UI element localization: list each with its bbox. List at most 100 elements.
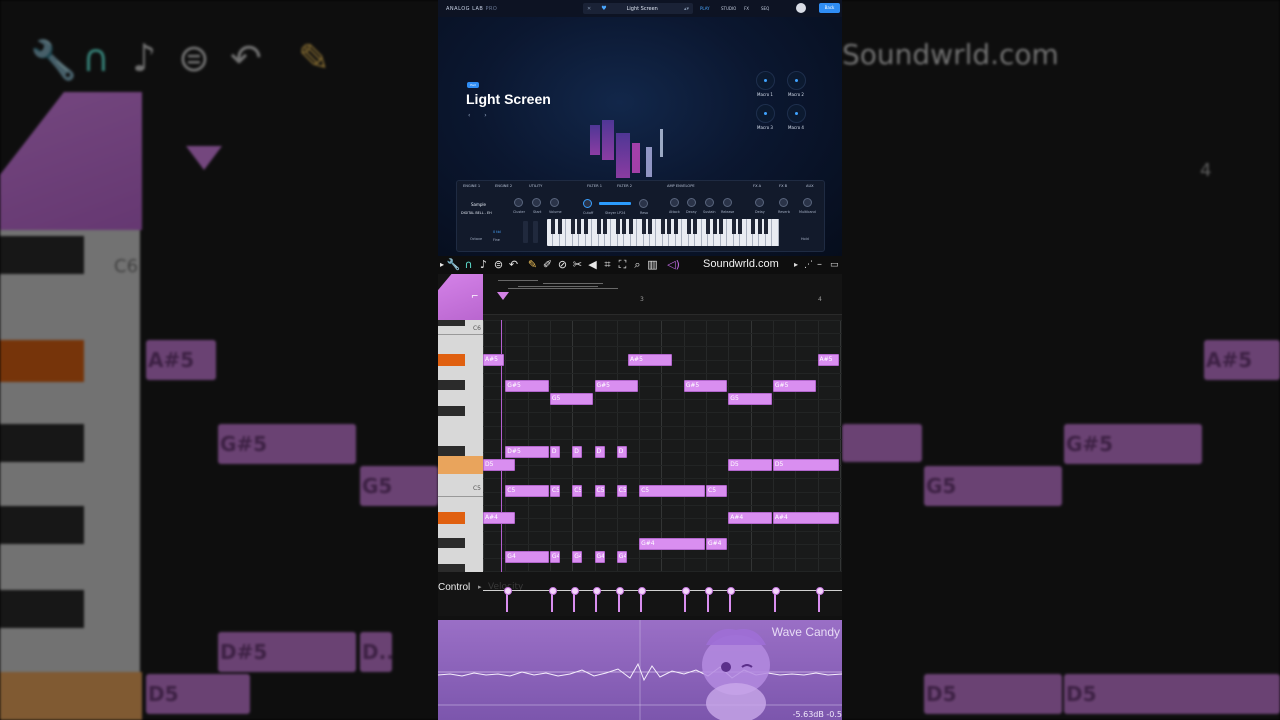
note[interactable]: G#5: [594, 380, 639, 392]
black-key[interactable]: [719, 219, 723, 234]
heart-icon[interactable]: ♥: [601, 5, 606, 12]
note[interactable]: A#5: [817, 354, 839, 366]
knob-sustain[interactable]: [705, 198, 714, 207]
black-key[interactable]: [673, 219, 678, 234]
playback-icon[interactable]: ▥: [645, 256, 660, 274]
note[interactable]: D5: [772, 459, 839, 471]
engine-type[interactable]: Sample: [471, 202, 486, 207]
black-key[interactable]: [603, 219, 607, 234]
avatar[interactable]: [796, 3, 806, 13]
tab-utility[interactable]: UTILITY: [529, 184, 542, 188]
mute-icon[interactable]: ✂: [570, 256, 585, 274]
black-key[interactable]: [570, 219, 575, 234]
note[interactable]: D: [594, 446, 605, 458]
piano-roll-grid[interactable]: C6 C5 A#5 A#5 A#5 G#5 G#5 G#5 G#5 G5 G5 D#5 D D D D D5…: [438, 320, 842, 572]
close-icon[interactable]: ✕: [587, 6, 591, 12]
sound-icon[interactable]: ◁): [666, 256, 681, 274]
black-key[interactable]: [641, 219, 646, 234]
preset-nav[interactable]: ‹ ›: [468, 112, 493, 119]
undo-icon[interactable]: ↶: [506, 256, 521, 274]
black-key[interactable]: [438, 320, 465, 326]
tab-seq[interactable]: SEQ: [758, 4, 772, 13]
black-key[interactable]: [667, 219, 672, 234]
knob-reverb[interactable]: [779, 198, 788, 207]
pitch-wheel[interactable]: [523, 221, 528, 243]
knob-cutoff[interactable]: [583, 199, 592, 208]
note[interactable]: C5: [594, 485, 605, 497]
knob-cluster[interactable]: [514, 198, 523, 207]
piano-keys[interactable]: C6 C5: [438, 320, 483, 572]
note[interactable]: C5: [572, 485, 583, 497]
note[interactable]: D: [616, 446, 627, 458]
black-key[interactable]: [712, 219, 717, 234]
macro-4[interactable]: Macro 4: [785, 104, 807, 130]
note[interactable]: G4: [572, 551, 583, 563]
velocity-handle[interactable]: [615, 587, 624, 612]
knob-multiband[interactable]: [803, 198, 812, 207]
zoom-icon[interactable]: ⌕: [630, 256, 645, 274]
minimize-icon[interactable]: –: [817, 256, 822, 274]
slice-icon[interactable]: ⌗: [600, 256, 615, 274]
note[interactable]: C5: [706, 485, 728, 497]
black-key[interactable]: [738, 219, 743, 234]
note[interactable]: C5: [639, 485, 705, 497]
note[interactable]: D#5: [505, 446, 549, 458]
velocity-handle[interactable]: [771, 587, 780, 612]
velocity-handle[interactable]: [637, 587, 646, 612]
erase-icon[interactable]: ⊘: [555, 256, 570, 274]
note[interactable]: G4: [616, 551, 627, 563]
tab-fx[interactable]: FX: [741, 4, 752, 13]
tab-engine-2[interactable]: ENGINE 2: [495, 184, 512, 188]
play-arrow-icon[interactable]: ▸: [438, 256, 446, 274]
note[interactable]: D5: [483, 459, 516, 471]
velocity-handle[interactable]: [504, 587, 512, 612]
filter-type[interactable]: Steyer LP24: [605, 211, 625, 215]
black-key[interactable]: [706, 219, 711, 234]
tab-fx-b[interactable]: FX B: [779, 184, 787, 188]
engine-preset[interactable]: DIGITAL BELL - EH: [461, 211, 492, 215]
playback-marker[interactable]: [497, 292, 509, 300]
pencil-icon[interactable]: ✎: [525, 256, 540, 274]
macro-knob[interactable]: [786, 104, 806, 123]
tab-play[interactable]: PLAY: [697, 4, 713, 13]
black-key[interactable]: [438, 380, 465, 390]
black-key[interactable]: [615, 219, 620, 234]
black-key[interactable]: [438, 538, 465, 548]
note[interactable]: A#5: [627, 354, 672, 366]
chevron-updown-icon[interactable]: ▴▾: [684, 6, 689, 12]
control-label[interactable]: Control: [438, 582, 470, 593]
black-key[interactable]: [751, 219, 756, 234]
tab-studio[interactable]: STUDIO: [718, 4, 739, 13]
tab-engine-1[interactable]: ENGINE 1: [463, 184, 480, 188]
black-key[interactable]: [438, 564, 465, 572]
note[interactable]: C5: [549, 485, 561, 497]
tab-aux[interactable]: AUX: [806, 184, 814, 188]
velocity-handle[interactable]: [727, 587, 735, 612]
select-icon[interactable]: ⛶: [615, 256, 630, 274]
note[interactable]: G5: [549, 393, 594, 405]
velocity-handle[interactable]: [570, 587, 579, 612]
velocity-handle[interactable]: [704, 587, 713, 612]
macro-3[interactable]: Macro 3: [754, 104, 776, 130]
black-key[interactable]: [577, 219, 582, 234]
black-key[interactable]: [686, 219, 691, 234]
macro-2[interactable]: Macro 2: [785, 71, 807, 97]
chevron-right-icon[interactable]: ▸: [794, 256, 798, 274]
active-key-a#4[interactable]: [438, 512, 465, 524]
knob-attack[interactable]: [670, 198, 679, 207]
note[interactable]: A#4: [483, 512, 516, 524]
knob-delay[interactable]: [755, 198, 764, 207]
velocity-handle[interactable]: [682, 587, 691, 612]
white-key[interactable]: [772, 219, 779, 246]
magnet-icon[interactable]: ∩: [461, 256, 476, 274]
black-key[interactable]: [648, 219, 653, 234]
virtual-keyboard[interactable]: [547, 219, 779, 246]
macro-knob[interactable]: [786, 71, 806, 90]
hold-button[interactable]: Hold: [801, 237, 809, 241]
black-key[interactable]: [438, 406, 465, 416]
note[interactable]: G#5: [683, 380, 728, 392]
tab-filter-1[interactable]: FILTER 1: [587, 184, 602, 188]
note[interactable]: C5: [616, 485, 627, 497]
note[interactable]: G5: [728, 393, 772, 405]
velocity-handle[interactable]: [548, 587, 557, 612]
